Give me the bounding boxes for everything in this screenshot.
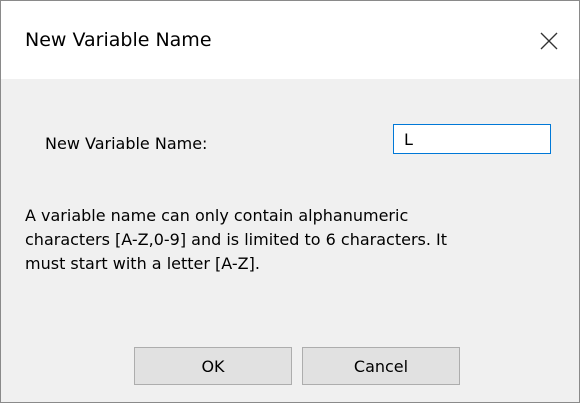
dialog-window: New Variable Name New Variable Name: A v… (0, 0, 580, 403)
variable-name-label: New Variable Name: (45, 134, 208, 153)
ok-button[interactable]: OK (134, 347, 292, 385)
variable-name-input[interactable] (393, 124, 551, 154)
cancel-button[interactable]: Cancel (302, 347, 460, 385)
help-text: A variable name can only contain alphanu… (25, 206, 448, 273)
dialog-title: New Variable Name (25, 29, 212, 51)
close-icon[interactable] (535, 27, 563, 55)
title-bar: New Variable Name (1, 1, 579, 79)
